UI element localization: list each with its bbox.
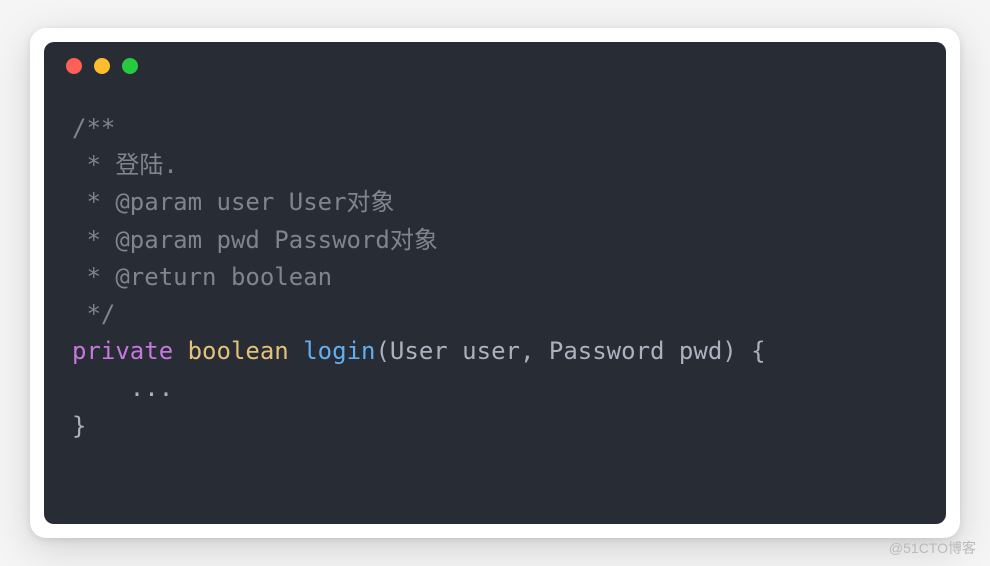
param-name: user	[462, 337, 520, 365]
comment-line: * @param user User对象	[72, 188, 395, 216]
comment-line: * @param pwd Password对象	[72, 226, 438, 254]
function-name: login	[303, 337, 375, 365]
param-name: pwd	[679, 337, 722, 365]
brace-open: {	[737, 337, 766, 365]
code-content: /** * 登陆. * @param user User对象 * @param …	[44, 90, 946, 524]
comment-line: /**	[72, 114, 115, 142]
titlebar	[44, 42, 946, 90]
close-icon[interactable]	[66, 58, 82, 74]
minimize-icon[interactable]	[94, 58, 110, 74]
code-body: ...	[72, 374, 173, 402]
keyword-boolean: boolean	[188, 337, 289, 365]
param-type: User	[390, 337, 448, 365]
paren-open: (	[375, 337, 389, 365]
watermark: @51CTO博客	[889, 538, 976, 558]
comment-line: * @return boolean	[72, 263, 332, 291]
window-frame: /** * 登陆. * @param user User对象 * @param …	[30, 28, 960, 538]
comment-line: * 登陆.	[72, 151, 178, 179]
brace-close: }	[72, 412, 86, 440]
code-window: /** * 登陆. * @param user User对象 * @param …	[44, 42, 946, 524]
zoom-icon[interactable]	[122, 58, 138, 74]
keyword-private: private	[72, 337, 173, 365]
param-type: Password	[549, 337, 665, 365]
comment-line: */	[72, 300, 115, 328]
paren-close: )	[722, 337, 736, 365]
separator: ,	[520, 337, 549, 365]
